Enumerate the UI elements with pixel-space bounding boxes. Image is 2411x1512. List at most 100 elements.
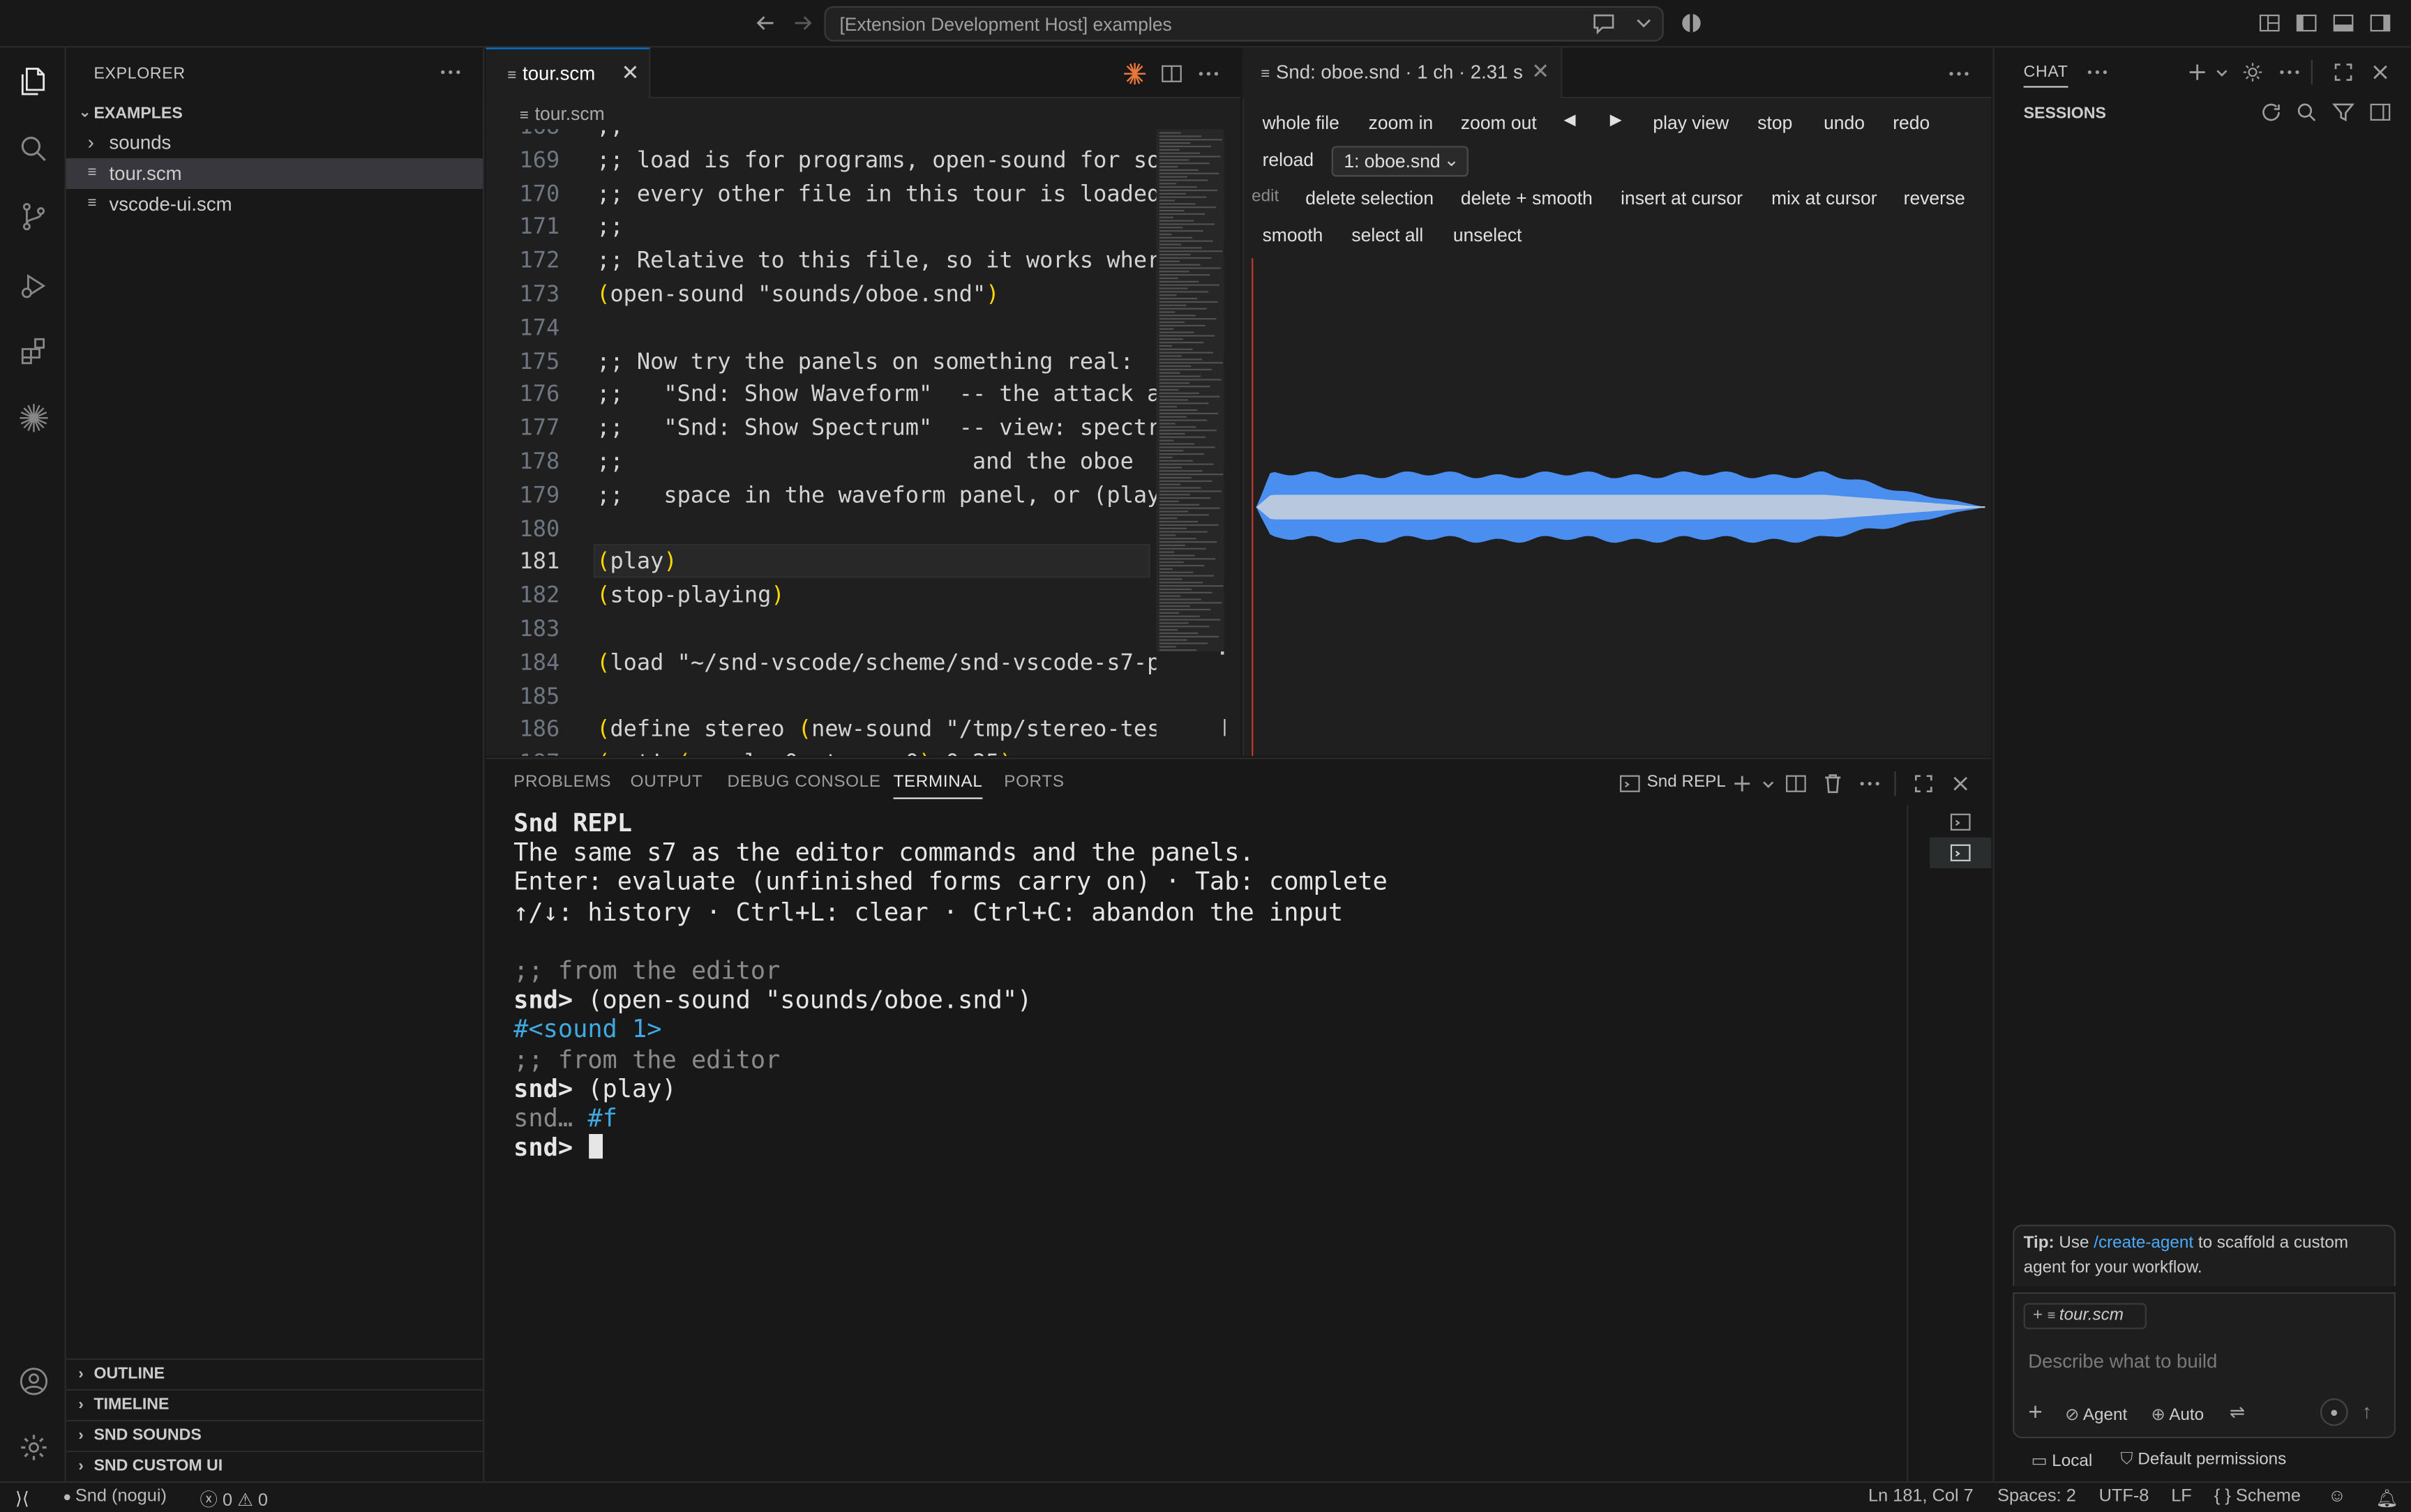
search-icon[interactable] (14, 129, 54, 169)
terminal-instance-active[interactable] (1930, 837, 1992, 868)
notifications-icon[interactable]: 🔔︎ (2375, 1488, 2398, 1509)
forward-arrow-icon[interactable] (790, 10, 815, 35)
split-editor-icon[interactable] (1159, 61, 1184, 86)
copilot-icon[interactable] (1679, 10, 1704, 35)
more-actions-icon[interactable] (1858, 771, 1882, 796)
chevron-down-icon[interactable] (2209, 60, 2234, 84)
prev-button[interactable]: ◀ (1564, 112, 1576, 129)
reload-button[interactable]: reload (1263, 149, 1314, 171)
play-cursor[interactable] (1252, 258, 1254, 757)
waveform[interactable] (1256, 461, 1985, 553)
reverse-button[interactable]: reverse (1904, 188, 1965, 209)
new-chat-icon[interactable] (2185, 60, 2209, 84)
permissions-button[interactable]: ⛉ Default permissions (2120, 1451, 2286, 1471)
tab-debug-console[interactable]: DEBUG CONSOLE (728, 773, 881, 791)
chat-input[interactable]: Describe what to build (2028, 1351, 2217, 1373)
unselect-button[interactable]: unselect (1453, 225, 1522, 246)
customize-layout-icon[interactable] (2258, 10, 2282, 35)
chat-title[interactable]: CHAT (2023, 63, 2068, 88)
whole-file-button[interactable]: whole file (1263, 112, 1339, 134)
folder-examples[interactable]: ⌄ EXAMPLES (66, 98, 483, 129)
copilot-status-icon[interactable]: ☺ (2328, 1488, 2346, 1506)
context-attachment[interactable]: + ≡ tour.scm (2023, 1303, 2147, 1329)
command-center-search[interactable]: [Extension Development Host] examples (824, 6, 1664, 42)
local-button[interactable]: ▭ Local (2031, 1451, 2093, 1470)
run-debug-icon[interactable] (14, 266, 54, 305)
zoom-out-button[interactable]: zoom out (1461, 112, 1537, 134)
refresh-icon[interactable] (2259, 100, 2283, 124)
more-actions-icon[interactable] (2277, 60, 2301, 84)
back-arrow-icon[interactable] (753, 10, 778, 35)
delete-smooth-button[interactable]: delete + smooth (1461, 188, 1593, 209)
more-actions-icon[interactable] (1196, 61, 1221, 86)
filter-icon[interactable] (2331, 100, 2355, 124)
minimap[interactable] (1156, 129, 1224, 757)
more-actions-icon[interactable] (2085, 60, 2110, 84)
tools-icon[interactable]: ⇌ (2230, 1401, 2245, 1423)
chevron-down-icon[interactable] (1632, 10, 1656, 35)
more-actions-icon[interactable] (1946, 61, 1971, 86)
gear-icon[interactable] (14, 1428, 54, 1467)
tab-snd-oboe[interactable]: ≡ Snd: oboe.snd · 1 ch · 2.31 s ✕ (1242, 47, 1563, 99)
select-all-button[interactable]: select all (1351, 225, 1423, 246)
language-mode[interactable]: { } Scheme (2214, 1488, 2301, 1506)
sound-select[interactable]: 1: oboe.snd ⌄ (1331, 146, 1469, 177)
indentation[interactable]: Spaces: 2 (1997, 1488, 2076, 1506)
source-control-icon[interactable] (14, 197, 54, 236)
extensions-icon[interactable] (14, 332, 54, 372)
snd-icon[interactable] (14, 398, 54, 438)
stop-button[interactable]: stop (1757, 112, 1792, 134)
section-timeline[interactable]: › TIMELINE (66, 1389, 483, 1420)
tree-item-sounds[interactable]: › sounds (66, 128, 483, 158)
tree-item-vscode-ui-scm[interactable]: ≡ vscode-ui.scm (66, 189, 483, 220)
close-icon[interactable] (2368, 60, 2392, 84)
delete-selection-button[interactable]: delete selection (1305, 188, 1434, 209)
tab-ports[interactable]: PORTS (1004, 773, 1064, 791)
zoom-in-button[interactable]: zoom in (1369, 112, 1434, 134)
smooth-button[interactable]: smooth (1263, 225, 1323, 246)
code-editor[interactable]: 168;; 169 ;; load is for programs, open-so… (486, 129, 1241, 757)
undo-button[interactable]: undo (1824, 112, 1865, 134)
maximize-icon[interactable] (2331, 60, 2355, 84)
section-snd-custom-ui[interactable]: › SND CUSTOM UI (66, 1450, 483, 1481)
terminal-output[interactable]: Snd REPL The same s7 as the editor comma… (513, 808, 1898, 1453)
search-icon[interactable] (2294, 100, 2319, 124)
snd-status[interactable]: ● Snd (nogui) (63, 1488, 167, 1506)
chat-icon[interactable] (1591, 10, 1616, 35)
close-icon[interactable] (1948, 771, 1973, 796)
remote-icon[interactable]: ⟩⟨ (15, 1488, 29, 1509)
line-ending[interactable]: LF (2171, 1488, 2192, 1506)
send-icon[interactable]: ↑ (2361, 1400, 2371, 1423)
insert-at-cursor-button[interactable]: insert at cursor (1621, 188, 1743, 209)
trash-icon[interactable] (1821, 771, 1845, 796)
tab-output[interactable]: OUTPUT (631, 773, 703, 791)
mix-at-cursor-button[interactable]: mix at cursor (1771, 188, 1877, 209)
more-actions-icon[interactable] (438, 60, 463, 84)
create-agent-link[interactable]: /create-agent (2094, 1234, 2193, 1252)
cursor-position[interactable]: Ln 181, Col 7 (1868, 1488, 1974, 1506)
close-icon[interactable]: ✕ (621, 60, 639, 86)
redo-button[interactable]: redo (1893, 112, 1930, 134)
toggle-panel-icon[interactable] (2331, 10, 2355, 35)
problems-status[interactable]: ⓧ 0 ⚠ 0 (200, 1488, 268, 1512)
terminal-name[interactable]: Snd REPL (1647, 773, 1726, 791)
encoding[interactable]: UTF-8 (2099, 1488, 2149, 1506)
split-terminal-icon[interactable] (1784, 771, 1808, 796)
terminal-instance-icon[interactable] (1948, 810, 1973, 834)
tab-tour-scm[interactable]: ≡ tour.scm ✕ (486, 47, 651, 99)
tab-terminal[interactable]: TERMINAL (893, 773, 983, 799)
toggle-secondary-sidebar-icon[interactable] (2368, 10, 2392, 35)
gear-icon[interactable] (2240, 60, 2264, 84)
toggle-primary-sidebar-icon[interactable] (2294, 10, 2319, 35)
new-terminal-icon[interactable] (1730, 771, 1755, 796)
play-view-button[interactable]: play view (1653, 112, 1729, 134)
next-button[interactable]: ▶ (1610, 112, 1622, 129)
breadcrumb[interactable]: ≡ tour.scm (486, 98, 1241, 130)
maximize-panel-icon[interactable] (1911, 771, 1936, 796)
explorer-icon[interactable] (14, 61, 54, 101)
accounts-icon[interactable] (14, 1361, 54, 1401)
microphone-icon[interactable]: ● (2320, 1398, 2348, 1426)
add-icon[interactable]: + (2028, 1400, 2043, 1428)
section-outline[interactable]: › OUTLINE (66, 1358, 483, 1389)
toggle-sidebar-icon[interactable] (2368, 100, 2392, 124)
